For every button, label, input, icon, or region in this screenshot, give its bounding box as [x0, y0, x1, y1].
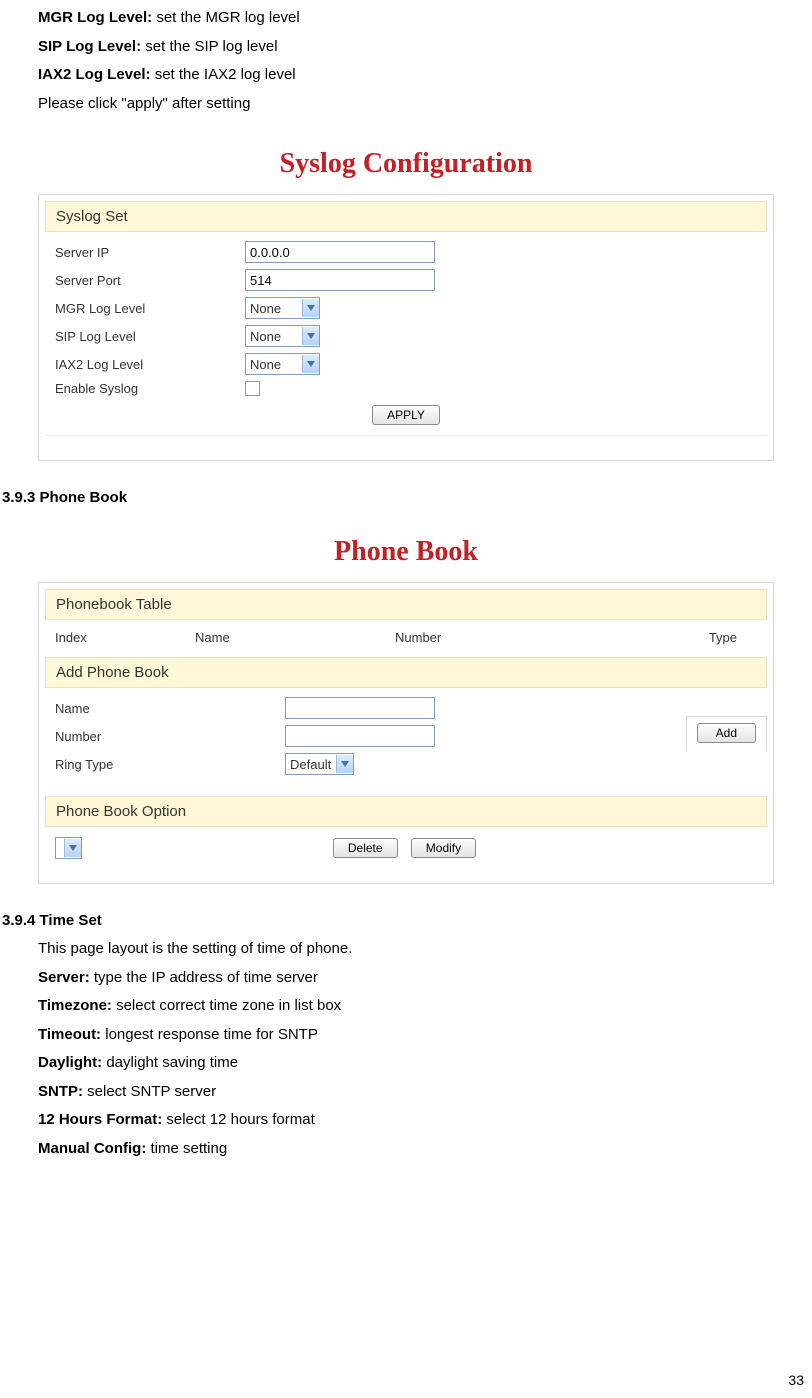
pb-option-select[interactable]: [55, 837, 82, 859]
hours-def: 12 Hours Format: select 12 hours format: [38, 1106, 774, 1135]
pb-number-label: Number: [55, 729, 285, 744]
page-number: 33: [788, 1372, 804, 1388]
pb-ring-select[interactable]: Default: [285, 753, 354, 775]
row-mgr-level: MGR Log Level None: [45, 294, 767, 322]
chevron-down-icon: [302, 299, 319, 317]
phonebook-table-header: Index Name Number Type: [45, 626, 767, 653]
phonebook-table-band: Phonebook Table: [45, 589, 767, 620]
phonebook-title: Phone Book: [38, 536, 774, 568]
timezone-def: Timezone: select correct time zone in li…: [38, 992, 774, 1021]
pb-name-input[interactable]: [285, 697, 435, 719]
row-pb-number: Number: [45, 722, 767, 750]
enable-syslog-checkbox[interactable]: [245, 381, 260, 396]
sntp-def: SNTP: select SNTP server: [38, 1078, 774, 1107]
section-394-heading: 3.9.4 Time Set: [2, 912, 774, 929]
chevron-down-icon: [64, 839, 81, 857]
sip-level-label: SIP Log Level: [55, 329, 245, 344]
col-index: Index: [55, 630, 195, 645]
mgr-log-def: MGR Log Level: set the MGR log level: [38, 4, 774, 33]
apply-button[interactable]: APPLY: [372, 405, 440, 425]
timeset-intro: This page layout is the setting of time …: [38, 935, 774, 964]
modify-button[interactable]: Modify: [411, 838, 476, 858]
iax2-level-label: IAX2 Log Level: [55, 357, 245, 372]
phonebook-panel: Phonebook Table Index Name Number Type A…: [38, 582, 774, 884]
daylight-def: Daylight: daylight saving time: [38, 1049, 774, 1078]
syslog-panel: Syslog Set Server IP Server Port MGR Log…: [38, 194, 774, 461]
chevron-down-icon: [302, 327, 319, 345]
row-enable-syslog: Enable Syslog: [45, 378, 767, 399]
manual-def: Manual Config: time setting: [38, 1135, 774, 1164]
row-pb-ring: Ring Type Default: [45, 750, 767, 778]
apply-note: Please click "apply" after setting: [38, 90, 774, 119]
row-server-port: Server Port: [45, 266, 767, 294]
server-ip-label: Server IP: [55, 245, 245, 260]
server-ip-input[interactable]: [245, 241, 435, 263]
col-name: Name: [195, 630, 395, 645]
syslog-title: Syslog Configuration: [38, 148, 774, 180]
enable-syslog-label: Enable Syslog: [55, 381, 245, 396]
timeout-def: Timeout: longest response time for SNTP: [38, 1021, 774, 1050]
syslog-set-band: Syslog Set: [45, 201, 767, 232]
row-iax2-level: IAX2 Log Level None: [45, 350, 767, 378]
iax2-level-select[interactable]: None: [245, 353, 320, 375]
iax2-log-def: IAX2 Log Level: set the IAX2 log level: [38, 61, 774, 90]
mgr-level-label: MGR Log Level: [55, 301, 245, 316]
sip-level-select[interactable]: None: [245, 325, 320, 347]
col-number: Number: [395, 630, 635, 645]
server-port-label: Server Port: [55, 273, 245, 288]
phonebook-option-band: Phone Book Option: [45, 796, 767, 827]
chevron-down-icon: [336, 755, 353, 773]
chevron-down-icon: [302, 355, 319, 373]
row-pb-name: Name: [45, 694, 767, 722]
row-server-ip: Server IP: [45, 238, 767, 266]
server-port-input[interactable]: [245, 269, 435, 291]
delete-button[interactable]: Delete: [333, 838, 398, 858]
col-type: Type: [635, 630, 757, 645]
sip-log-def: SIP Log Level: set the SIP log level: [38, 33, 774, 62]
server-def: Server: type the IP address of time serv…: [38, 964, 774, 993]
section-393-heading: 3.9.3 Phone Book: [2, 489, 774, 506]
mgr-level-select[interactable]: None: [245, 297, 320, 319]
add-phonebook-band: Add Phone Book: [45, 657, 767, 688]
add-button[interactable]: Add: [697, 723, 756, 743]
row-sip-level: SIP Log Level None: [45, 322, 767, 350]
pb-number-input[interactable]: [285, 725, 435, 747]
pb-name-label: Name: [55, 701, 285, 716]
pb-ring-label: Ring Type: [55, 757, 285, 772]
